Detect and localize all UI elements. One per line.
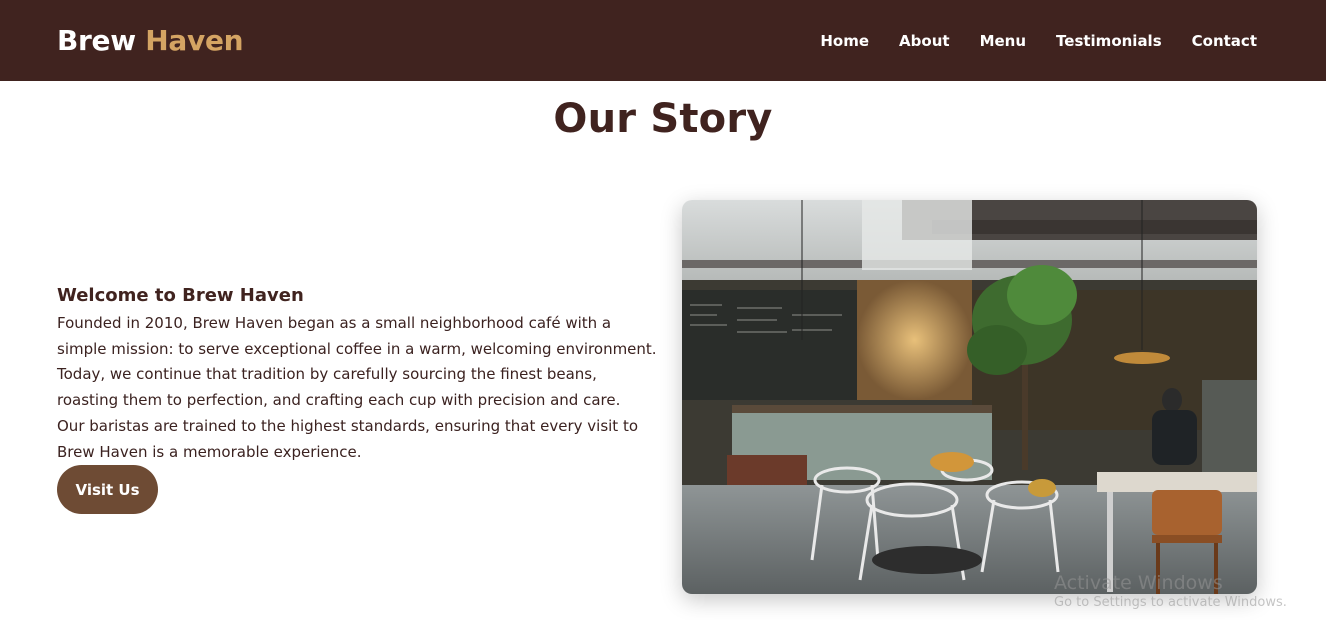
nav-links: Home About Menu Testimonials Contact (820, 32, 1257, 50)
nav-link-home[interactable]: Home (820, 32, 869, 50)
story-paragraph: Today, we continue that tradition by car… (57, 365, 621, 410)
section-title: Our Story (553, 96, 773, 142)
watermark-subtitle: Go to Settings to activate Windows. (1054, 595, 1287, 610)
visit-us-button[interactable]: Visit Us (57, 465, 158, 514)
story-paragraph: Founded in 2010, Brew Haven began as a s… (57, 314, 657, 358)
cafe-interior-image (682, 200, 1257, 594)
nav-link-about[interactable]: About (899, 32, 950, 50)
story-body: Founded in 2010, Brew Haven began as a s… (57, 311, 657, 465)
watermark-title: Activate Windows (1054, 572, 1223, 594)
brand-name-part2: Haven (145, 24, 244, 57)
nav-link-testimonials[interactable]: Testimonials (1056, 32, 1162, 50)
story-content: Welcome to Brew Haven Founded in 2010, B… (57, 285, 657, 465)
story-heading: Welcome to Brew Haven (57, 285, 304, 306)
nav-link-menu[interactable]: Menu (980, 32, 1026, 50)
nav-link-contact[interactable]: Contact (1192, 32, 1257, 50)
navbar: Brew Haven Home About Menu Testimonials … (0, 0, 1326, 81)
story-paragraph: Our baristas are trained to the highest … (57, 416, 639, 461)
activate-windows-watermark: Activate Windows Go to Settings to activ… (1054, 572, 1287, 610)
brand-logo[interactable]: Brew Haven (57, 24, 244, 57)
brand-name-part1: Brew (57, 24, 136, 57)
